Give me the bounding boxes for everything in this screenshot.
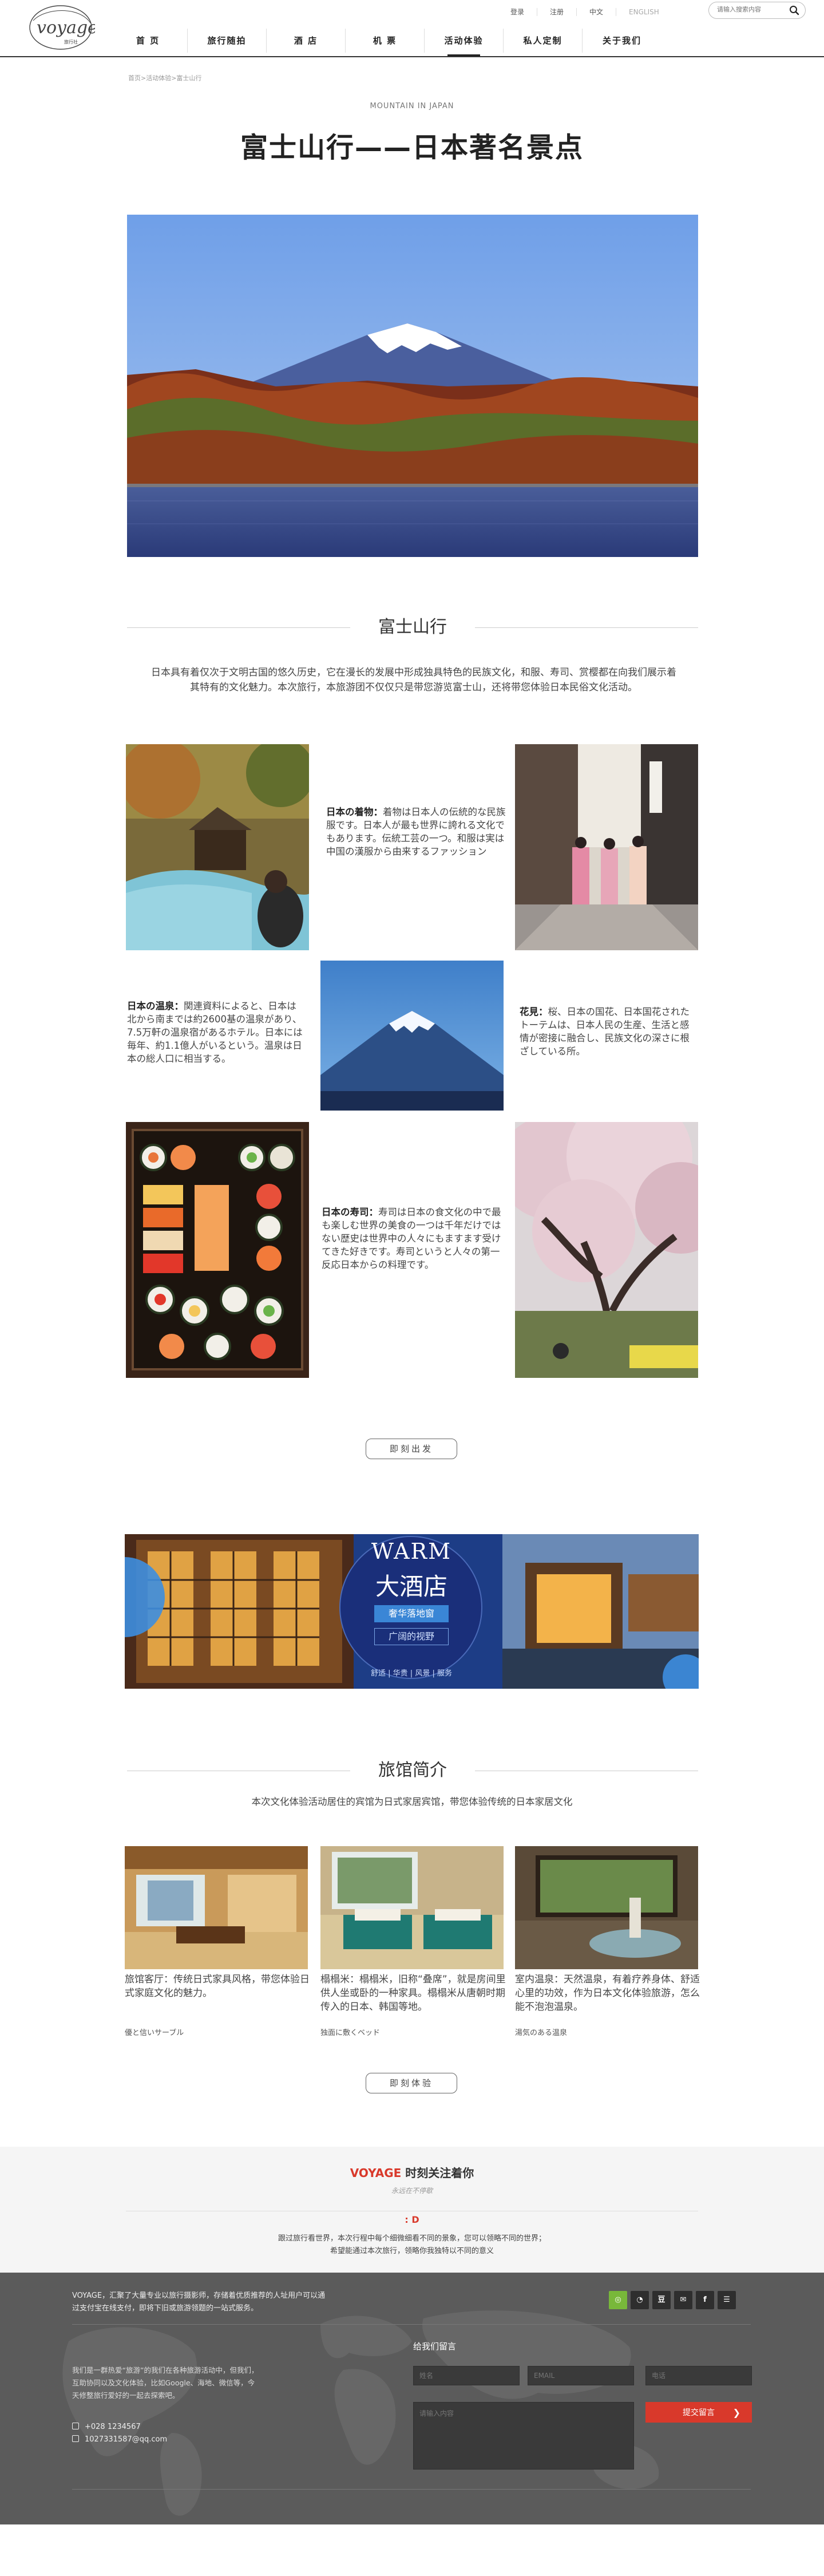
cherry-blossom-photo: [515, 1122, 698, 1378]
submit-message-button[interactable]: 提交留言 ❯: [645, 2402, 752, 2423]
lang-chinese-link[interactable]: 中文: [577, 8, 617, 16]
rss-icon[interactable]: ☰: [718, 2291, 736, 2309]
experience-now-button[interactable]: 即刻体验: [366, 2073, 457, 2093]
qq-icon[interactable]: ◔: [631, 2291, 649, 2309]
phone-text: +028 1234567: [85, 2423, 141, 2431]
footer-divider: [72, 2324, 751, 2325]
follow-line-1: 跟过旅行看世界，本次行程中每个细微细看不同的景象，您可以领略不同的世界；: [278, 2234, 546, 2243]
arrow-right-icon: ❯: [732, 2407, 740, 2418]
footer-about: VOYAGE，汇聚了大量专业以旅行摄影师，存储着优质推荐的人址用户可以通过支付宝…: [72, 2291, 326, 2313]
follow-line-2: 希望能通过本次旅行，领略你我独特以不同的意义: [330, 2247, 494, 2255]
kimono-street-photo: [515, 744, 698, 950]
nav-travel-photos[interactable]: 旅行随拍: [188, 29, 267, 53]
phone-input[interactable]: [645, 2366, 752, 2385]
footer-description: 我们是一群热爱“旅游”的我们在各种旅游活动中，但我们，互助协同以及文化体验，比如…: [72, 2366, 259, 2400]
login-link[interactable]: 登录: [498, 8, 538, 16]
hotel-hot-spring-desc: 室内温泉：天然温泉，有着疗养身体、舒适心里的功效，作为日本文化体验旅游，怎么能不…: [515, 1974, 700, 2013]
top-links: 登录 注册 中文 ENGLISH: [498, 5, 672, 19]
footer-phone: +028 1234567: [72, 2423, 141, 2431]
main-nav: 首 页 旅行随拍 酒 店 机 票 活动体验 私人定制 关于我们: [109, 29, 661, 56]
message-icon[interactable]: ✉: [674, 2291, 692, 2309]
social-links: ◎ ◔ 豆 ✉ f ☰: [609, 2291, 736, 2309]
email-input[interactable]: [528, 2366, 634, 2385]
follow-brand: VOYAGE: [350, 2166, 402, 2180]
message-textarea[interactable]: [413, 2402, 634, 2470]
footer-email: 1027331587@qq.com: [72, 2435, 167, 2444]
site-footer: VOYAGE，汇聚了大量专业以旅行摄影师，存储着优质推荐的人址用户可以通过支付宝…: [0, 2273, 824, 2524]
mount-fuji-photo: [320, 961, 504, 1111]
search-input[interactable]: [717, 6, 786, 13]
banner-tag-wide-view: 广阔的视野: [374, 1628, 449, 1645]
hotel-living-room-tag: 優と信いサーブル: [125, 2029, 184, 2037]
nav-about[interactable]: 关于我们: [583, 29, 661, 53]
wechat-icon[interactable]: ◎: [609, 2291, 627, 2309]
hotel-promo-banner[interactable]: WARM 大酒店 奢华落地窗 广阔的视野 舒适 | 华贵 | 风景 | 服务: [125, 1534, 699, 1689]
voyage-logo[interactable]: voyage 旅行社: [27, 3, 95, 53]
depart-now-button[interactable]: 即刻出发: [366, 1439, 457, 1459]
nav-flights[interactable]: 机 票: [346, 29, 425, 53]
footer-bottom-line: [72, 2489, 751, 2490]
breadcrumb[interactable]: 首页>活动体验>富士山行: [128, 73, 201, 82]
hotel-hot-spring-tag: 湯気のある温泉: [515, 2029, 568, 2037]
nav-custom-tour[interactable]: 私人定制: [504, 29, 583, 53]
nav-home[interactable]: 首 页: [109, 29, 188, 53]
lang-english-link[interactable]: ENGLISH: [616, 8, 672, 16]
sushi-photo: [126, 1122, 309, 1378]
banner-title-en: WARM: [371, 1539, 452, 1564]
follow-title: VOYAGE 时刻关注着你: [0, 2164, 824, 2180]
hanami-title: 花見：: [520, 1006, 548, 1017]
message-form-title: 给我们留言: [413, 2341, 457, 2352]
sushi-title: 日本の寿司：: [322, 1207, 378, 1218]
search-box: [708, 2, 806, 19]
section-heading-fuji: 富士山行: [127, 616, 698, 639]
mail-icon: [72, 2435, 79, 2442]
submit-label: 提交留言: [683, 2408, 715, 2417]
onsen-title: 日本の温泉：: [127, 1001, 184, 1012]
kimono-title: 日本の着物：: [326, 807, 383, 817]
banner-tags-line: 舒适 | 华贵 | 风景 | 服务: [371, 1669, 452, 1678]
kimono-text: 日本の着物：着物は日本人の伝統的な民族服です。日本人が最も世界に誇れる文化でもあ…: [326, 805, 506, 858]
section-intro: 日本具有着仅次于文明古国的悠久历史，它在漫长的发展中形成独具特色的民族文化，和服…: [151, 667, 676, 693]
facebook-icon[interactable]: f: [696, 2291, 714, 2309]
name-input[interactable]: [413, 2366, 520, 2385]
hotel-tatami-photo[interactable]: [320, 1846, 504, 1969]
nav-hotels[interactable]: 酒 店: [267, 29, 346, 53]
hotel-tatami-tag: 独面に敷くベッド: [320, 2029, 381, 2037]
follow-text: 跟过旅行看世界，本次行程中每个细微细看不同的景象，您可以领略不同的世界； 希望能…: [0, 2233, 824, 2258]
svg-text:旅行社: 旅行社: [64, 39, 78, 45]
page-eyebrow: MOUNTAIN IN JAPAN: [370, 102, 454, 110]
search-icon[interactable]: [789, 5, 799, 15]
follow-section: VOYAGE 时刻关注着你 永远在不停歇 : D 跟过旅行看世界，本次行程中每个…: [0, 2147, 824, 2273]
hotel-hot-spring-photo[interactable]: [515, 1846, 698, 1969]
section-heading-hotel: 旅馆简介: [127, 1759, 698, 1782]
mount-fuji-hero-image: [127, 215, 698, 557]
register-link[interactable]: 注册: [537, 8, 577, 16]
banner-tag-luxury-windows: 奢华落地窗: [374, 1605, 449, 1622]
onsen-photo: [126, 744, 309, 950]
douban-icon[interactable]: 豆: [652, 2291, 671, 2309]
nav-activities[interactable]: 活动体验: [425, 29, 504, 56]
follow-subtitle: 永远在不停歇: [391, 2187, 433, 2195]
svg-text:voyage: voyage: [37, 18, 95, 38]
follow-mark: : D: [405, 2214, 419, 2225]
hotel-tatami-desc: 榻榻米：榻榻米，旧称“叠席”，就是房间里供人坐或卧的一种家具。榻榻米从唐朝时期传…: [320, 1974, 506, 2013]
hotel-living-room-photo[interactable]: [125, 1846, 308, 1969]
site-header: voyage 旅行社 登录 注册 中文 ENGLISH 首 页 旅行随拍 酒 店…: [0, 0, 824, 57]
onsen-text: 日本の温泉：関連資料によると、日本は北から南までは約2600基の温泉があり、7.…: [127, 999, 303, 1065]
sushi-text: 日本の寿司：寿司は日本の食文化の中で最も楽しむ世界の美食の一つは千年だけではない…: [322, 1206, 501, 1271]
follow-title-rest: 时刻关注着你: [401, 2166, 474, 2180]
email-text[interactable]: 1027331587@qq.com: [85, 2435, 167, 2444]
hotel-subtitle: 本次文化体验活动居住的宾馆为日式家居宾馆，带您体验传统的日本家居文化: [251, 1796, 573, 1807]
page-title: 富士山行——日本著名景点: [240, 132, 584, 164]
banner-title-cn: 大酒店: [375, 1573, 447, 1601]
divider-line: [475, 627, 698, 628]
hanami-text: 花見：桜、日本の国花、日本国花されたトーテムは、日本人民の生産、生活と感情が密接…: [520, 1005, 698, 1058]
phone-icon: [72, 2423, 79, 2429]
hotel-living-room-desc: 旅馆客厅：传统日式家具风格，带您体验日式家庭文化的魅力。: [125, 1974, 310, 1999]
